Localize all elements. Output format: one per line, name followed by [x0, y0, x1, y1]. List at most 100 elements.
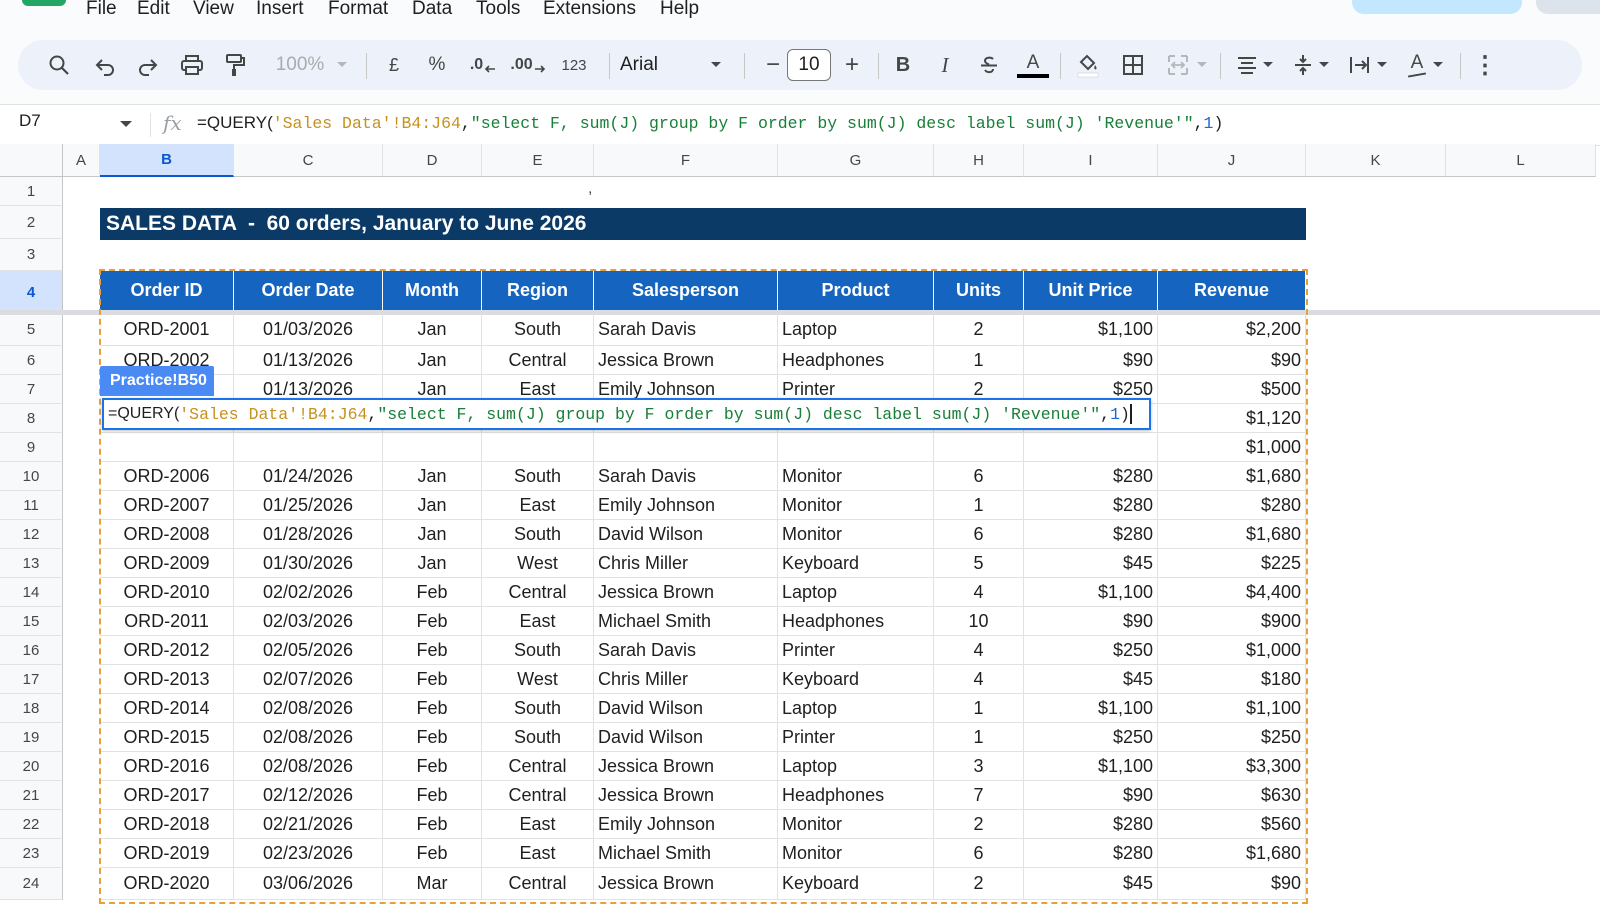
row-header-9[interactable]: 9 — [0, 433, 63, 462]
account-pill[interactable] — [1536, 0, 1600, 14]
table-cell[interactable]: ORD-2010 — [100, 578, 234, 607]
table-cell[interactable]: Monitor — [778, 520, 934, 549]
table-cell[interactable]: 01/13/2026 — [234, 346, 383, 375]
menu-view[interactable]: View — [193, 0, 234, 20]
table-cell[interactable]: Jessica Brown — [594, 346, 778, 375]
text-rotation-button[interactable]: A — [1400, 40, 1434, 90]
table-cell[interactable]: ORD-2013 — [100, 665, 234, 694]
paint-format-icon[interactable] — [218, 40, 252, 90]
table-cell[interactable]: 6 — [934, 839, 1024, 868]
decrease-font-size-button[interactable]: − — [758, 40, 788, 90]
table-cell[interactable] — [594, 433, 778, 462]
column-header-c[interactable]: C — [234, 144, 383, 177]
share-button[interactable] — [1352, 0, 1522, 14]
table-cell[interactable]: $900 — [1158, 607, 1306, 636]
table-cell[interactable]: $630 — [1158, 781, 1306, 810]
table-cell[interactable]: $45 — [1024, 665, 1158, 694]
column-header-b[interactable]: B — [100, 144, 234, 177]
table-cell[interactable]: $45 — [1024, 549, 1158, 578]
table-cell[interactable]: 6 — [934, 520, 1024, 549]
zoom-caret-icon[interactable] — [332, 40, 352, 90]
row-header-15[interactable]: 15 — [0, 607, 63, 636]
table-cell[interactable]: $90 — [1024, 781, 1158, 810]
table-cell[interactable]: Michael Smith — [594, 607, 778, 636]
table-cell[interactable]: 02/08/2026 — [234, 694, 383, 723]
text-color-button[interactable]: A — [1016, 40, 1050, 90]
table-cell[interactable]: 02/08/2026 — [234, 752, 383, 781]
table-cell[interactable]: $1,000 — [1158, 433, 1306, 462]
column-header-h[interactable]: H — [934, 144, 1024, 177]
table-cell[interactable]: Monitor — [778, 491, 934, 520]
table-cell[interactable]: 02/23/2026 — [234, 839, 383, 868]
table-cell[interactable]: 6 — [934, 462, 1024, 491]
table-cell[interactable]: Jan — [383, 491, 482, 520]
table-cell[interactable] — [778, 433, 934, 462]
table-cell[interactable]: Printer — [778, 636, 934, 665]
align-caret-icon[interactable] — [1260, 40, 1276, 90]
table-cell[interactable]: Keyboard — [778, 665, 934, 694]
table-cell[interactable]: $1,100 — [1024, 752, 1158, 781]
column-header-j[interactable]: J — [1158, 144, 1306, 177]
menu-edit[interactable]: Edit — [137, 0, 170, 20]
wrap-caret-icon[interactable] — [1374, 40, 1390, 90]
table-cell[interactable]: $1,680 — [1158, 462, 1306, 491]
table-cell[interactable]: David Wilson — [594, 723, 778, 752]
table-cell[interactable]: $90 — [1024, 607, 1158, 636]
table-cell[interactable]: $1,680 — [1158, 520, 1306, 549]
menu-extensions[interactable]: Extensions — [543, 0, 636, 20]
row-header-7[interactable]: 7 — [0, 375, 63, 404]
table-cell[interactable]: ORD-2001 — [100, 314, 234, 346]
row-header-8[interactable]: 8 — [0, 404, 63, 433]
menu-file[interactable]: File — [86, 0, 117, 20]
table-cell[interactable]: $560 — [1158, 810, 1306, 839]
table-cell[interactable]: Jan — [383, 314, 482, 346]
table-cell[interactable]: ORD-2008 — [100, 520, 234, 549]
table-cell[interactable]: Monitor — [778, 839, 934, 868]
table-cell[interactable]: 2 — [934, 314, 1024, 346]
table-cell[interactable]: 01/24/2026 — [234, 462, 383, 491]
table-cell[interactable]: Jan — [383, 549, 482, 578]
table-cell[interactable]: Sarah Davis — [594, 462, 778, 491]
table-cell[interactable]: $280 — [1024, 810, 1158, 839]
table-cell[interactable]: Laptop — [778, 752, 934, 781]
name-box[interactable]: D7 — [19, 111, 41, 131]
row-header-4[interactable]: 4 — [0, 271, 63, 314]
table-cell[interactable]: Feb — [383, 636, 482, 665]
table-cell[interactable] — [934, 433, 1024, 462]
table-cell[interactable]: $1,120 — [1158, 404, 1306, 433]
table-cell[interactable]: Printer — [778, 723, 934, 752]
table-cell[interactable]: Emily Johnson — [594, 810, 778, 839]
table-cell[interactable]: ORD-2019 — [100, 839, 234, 868]
zoom-select[interactable]: 100% — [266, 40, 334, 90]
table-cell[interactable]: South — [482, 314, 594, 346]
table-cell[interactable] — [100, 433, 234, 462]
column-header-f[interactable]: F — [594, 144, 778, 177]
table-cell[interactable]: 1 — [934, 346, 1024, 375]
table-cell[interactable]: Emily Johnson — [594, 491, 778, 520]
table-cell[interactable]: $1,680 — [1158, 839, 1306, 868]
table-cell[interactable]: $225 — [1158, 549, 1306, 578]
more-options-button[interactable]: ⋮ — [1470, 40, 1500, 90]
menu-data[interactable]: Data — [412, 0, 452, 20]
column-header-g[interactable]: G — [778, 144, 934, 177]
name-box-caret-icon[interactable] — [120, 121, 132, 127]
in-cell-formula-editor[interactable]: =QUERY('Sales Data'!B4:J64, "select F, su… — [102, 398, 1151, 430]
table-cell[interactable]: $1,100 — [1158, 694, 1306, 723]
row-header-5[interactable]: 5 — [0, 314, 63, 346]
row-header-24[interactable]: 24 — [0, 868, 63, 900]
table-cell[interactable]: South — [482, 723, 594, 752]
table-header-cell[interactable]: Order ID — [100, 271, 234, 310]
table-cell[interactable]: $90 — [1158, 346, 1306, 375]
table-cell[interactable]: Central — [482, 578, 594, 607]
table-cell[interactable]: 4 — [934, 665, 1024, 694]
table-cell[interactable]: $250 — [1024, 723, 1158, 752]
table-cell[interactable]: 01/28/2026 — [234, 520, 383, 549]
column-header-d[interactable]: D — [383, 144, 482, 177]
font-family-select[interactable]: Arial — [620, 40, 720, 90]
table-cell[interactable]: $280 — [1024, 839, 1158, 868]
table-cell[interactable]: East — [482, 839, 594, 868]
table-cell[interactable]: ORD-2009 — [100, 549, 234, 578]
table-cell[interactable]: ORD-2011 — [100, 607, 234, 636]
table-cell[interactable]: 2 — [934, 868, 1024, 900]
column-header-l[interactable]: L — [1446, 144, 1596, 177]
